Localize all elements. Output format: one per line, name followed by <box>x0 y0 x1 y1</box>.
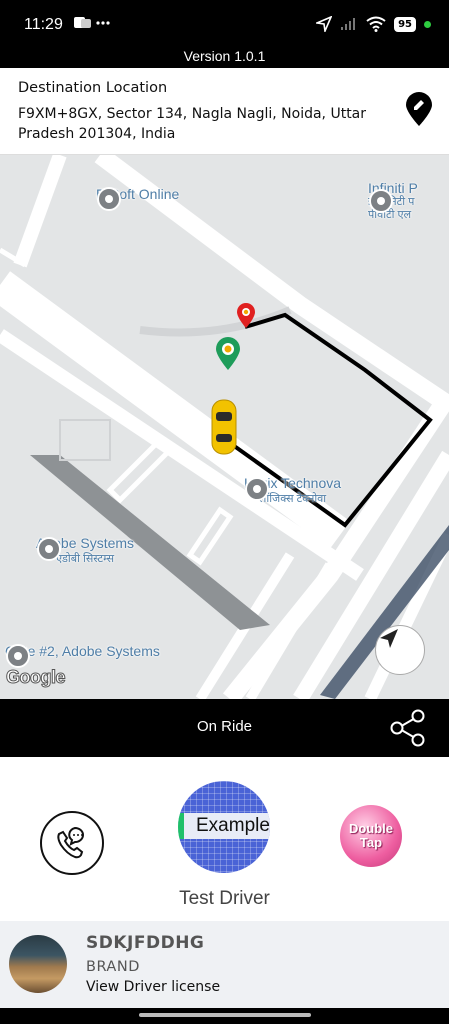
edit-destination-button[interactable] <box>404 92 434 128</box>
driver-name: Test Driver <box>179 888 270 909</box>
battery-indicator: 95 <box>394 16 416 32</box>
navigation-arrow-icon <box>380 629 398 648</box>
place-marker-icon <box>245 477 269 501</box>
ride-status: On Ride <box>196 718 253 735</box>
signal-icon <box>341 18 356 30</box>
poi-esoft-online[interactable]: E-Soft Online <box>96 186 179 211</box>
place-marker-icon <box>6 644 30 668</box>
share-button[interactable] <box>388 709 428 747</box>
destination-label: Destination Location <box>18 80 168 96</box>
poi-infiniti[interactable]: Infiniti P इन्फिनिटी प पीवीटी एल <box>368 180 422 222</box>
vehicle-plate: SDKJFDDHG <box>86 933 205 953</box>
vehicle-image <box>9 935 67 993</box>
driver-avatar: Example <box>178 781 270 873</box>
double-tap-button[interactable]: Double Tap <box>340 805 402 867</box>
poi-logix-technova[interactable]: Logix Technova लॉजिक्स टेक्नोवा <box>244 475 341 506</box>
vehicle-brand: BRAND <box>86 959 140 975</box>
share-icon <box>390 709 425 747</box>
pickup-pin-icon <box>237 303 255 328</box>
ride-map[interactable]: E-Soft Online Infiniti P इन्फिनिटी प पीव… <box>0 155 449 699</box>
place-marker-icon <box>369 189 393 213</box>
avatar-text: Example <box>178 813 270 839</box>
car-marker-icon <box>211 399 237 455</box>
home-bar <box>139 1013 311 1017</box>
poi-adobe-systems[interactable]: Adobe Systems एडोबी सिस्टम्स <box>36 535 134 566</box>
poi-gate-2-adobe[interactable]: Gate #2, Adobe Systems <box>5 643 160 668</box>
view-license-link[interactable]: View Driver license <box>86 979 220 995</box>
call-driver-button[interactable] <box>40 811 104 875</box>
home-indicator[interactable] <box>0 1008 449 1024</box>
phone-chat-icon <box>57 826 84 859</box>
destination-address: F9XM+8GX, Sector 134, Nagla Nagli, Noida… <box>18 106 367 142</box>
place-marker-icon <box>37 537 61 561</box>
google-logo: Google <box>6 667 67 688</box>
privacy-dot-icon <box>424 20 431 28</box>
place-marker-icon <box>97 187 121 211</box>
driver-panel: Example Double Tap Test Driver <box>0 757 449 921</box>
drop-pin-icon <box>216 337 240 370</box>
version-label: Version 1.0.1 <box>0 46 449 68</box>
status-bar: 11:29 95 <box>0 0 449 46</box>
status-right-icons: 95 <box>316 16 431 32</box>
notification-icons <box>74 15 114 35</box>
location-arrow-icon <box>316 16 333 32</box>
ride-status-bar: On Ride <box>0 699 449 757</box>
teams-icon <box>74 17 110 28</box>
recenter-button[interactable] <box>375 625 425 675</box>
status-time: 11:29 <box>24 16 63 33</box>
destination-panel: Destination Location F9XM+8GX, Sector 13… <box>0 68 449 155</box>
wifi-icon <box>366 16 386 32</box>
edit-location-pin-icon <box>406 92 432 126</box>
vehicle-panel: SDKJFDDHG BRAND View Driver license <box>0 921 449 1008</box>
